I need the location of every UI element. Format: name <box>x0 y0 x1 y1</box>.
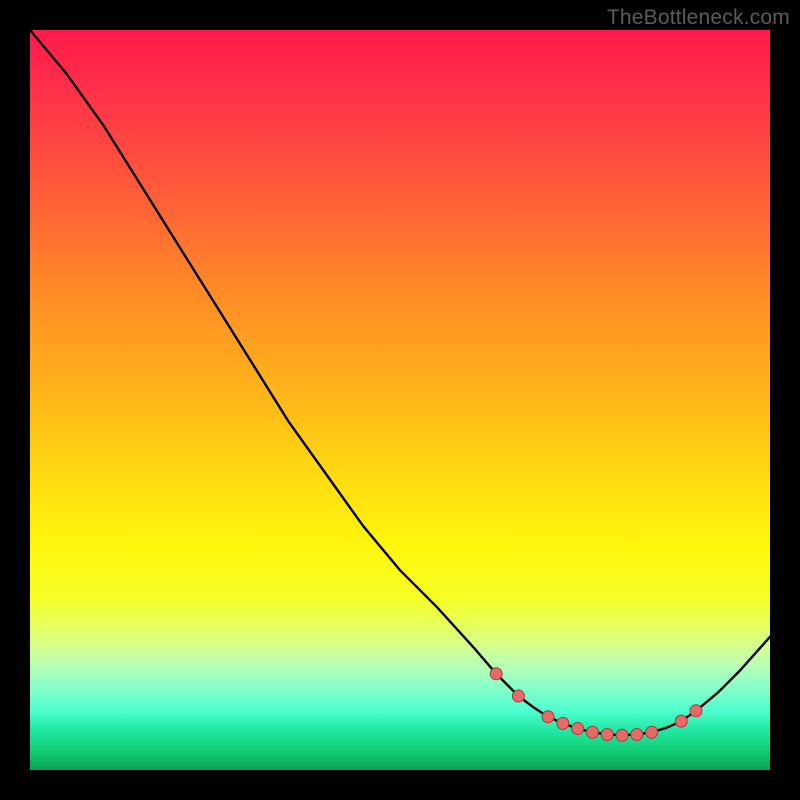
curve-markers <box>490 668 702 741</box>
chart-svg <box>30 30 770 770</box>
watermark-text: TheBottleneck.com <box>607 6 790 30</box>
chart-stage: TheBottleneck.com <box>0 0 800 800</box>
curve-line <box>30 30 770 735</box>
plot-area <box>30 30 770 770</box>
